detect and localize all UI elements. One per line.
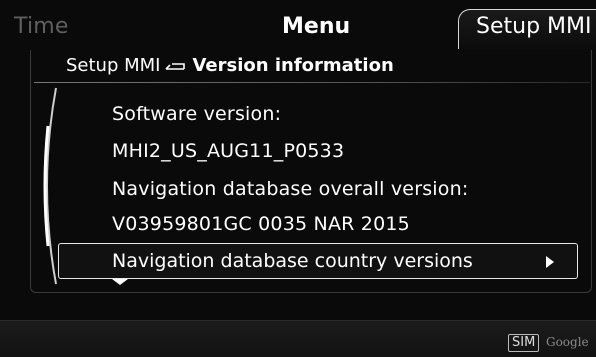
tab-time[interactable]: Time	[14, 14, 69, 39]
scroll-down-indicator-icon	[112, 279, 128, 285]
tab-menu[interactable]: Menu	[282, 14, 350, 39]
breadcrumb-divider	[34, 82, 590, 83]
nav-country-versions-label[interactable]: Navigation database country versions	[112, 250, 473, 272]
breadcrumb-current: Version information	[192, 55, 394, 76]
back-arrow-icon	[165, 62, 186, 70]
breadcrumb-parent[interactable]: Setup MMI	[66, 55, 160, 76]
google-label: Google	[546, 335, 589, 349]
nav-database-overall-value: V03959801GC 0035 NAR 2015	[112, 213, 410, 235]
software-version-label: Software version:	[112, 103, 282, 125]
chevron-right-icon	[546, 256, 554, 268]
mmi-screen: Time Menu Setup MMI Setup MMI Version in…	[0, 0, 596, 357]
tab-setup-mmi[interactable]: Setup MMI	[476, 14, 591, 39]
top-tab-bar: Time Menu Setup MMI	[0, 0, 596, 50]
sim-badge: SIM	[508, 334, 540, 352]
breadcrumb: Setup MMI Version information	[66, 55, 394, 76]
software-version-value: MHI2_US_AUG11_P0533	[112, 140, 345, 162]
status-bar	[0, 320, 596, 357]
nav-database-overall-label: Navigation database overall version:	[112, 178, 469, 200]
